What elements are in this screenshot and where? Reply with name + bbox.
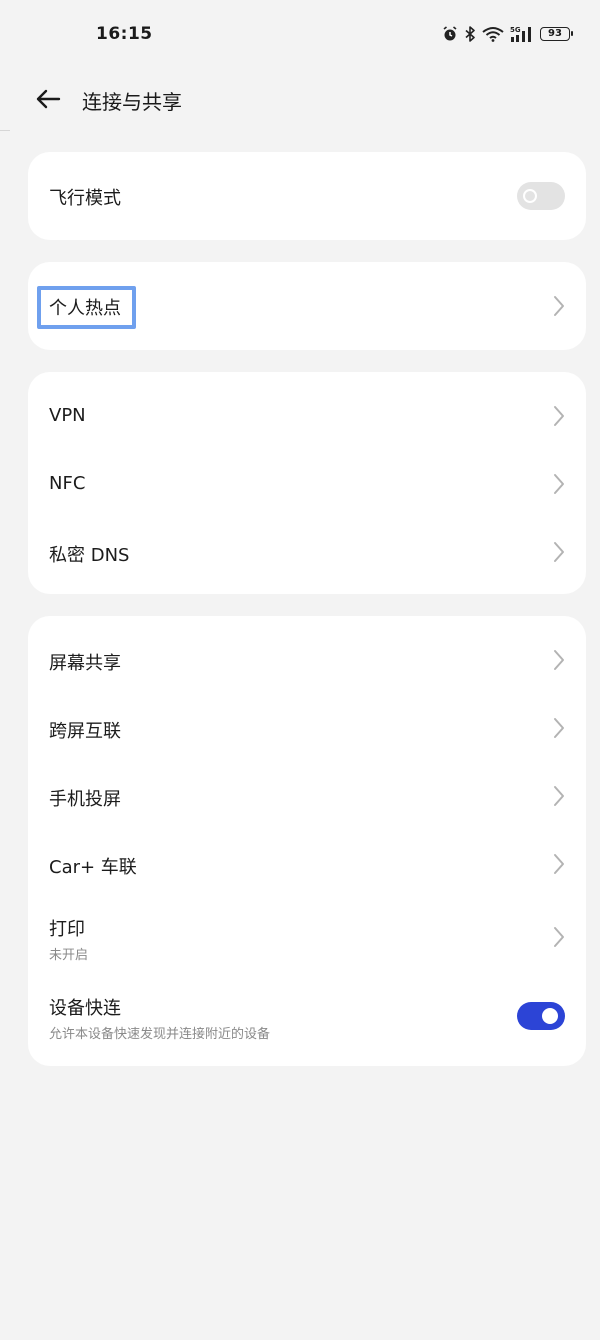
- airplane-mode-label: 飞行模式: [49, 188, 121, 209]
- status-bar: 16:15 5G 93: [0, 0, 600, 70]
- status-icons: 5G 93: [442, 24, 573, 44]
- battery-icon: 93: [540, 27, 573, 41]
- car-connect-row[interactable]: Car+ 车联: [28, 830, 586, 898]
- 5g-signal-icon: 5G: [510, 25, 534, 43]
- header-divider: [0, 130, 10, 131]
- hotspot-card: 个人热点: [28, 262, 586, 350]
- print-status: 未开启: [49, 948, 89, 963]
- quick-connect-toggle[interactable]: [517, 1002, 565, 1030]
- screen-cast-label: 手机投屏: [49, 789, 121, 810]
- chevron-right-icon: [554, 650, 564, 670]
- cross-screen-row[interactable]: 跨屏互联: [28, 694, 586, 762]
- vpn-row[interactable]: VPN: [28, 382, 586, 450]
- quick-connect-row[interactable]: 设备快连 允许本设备快速发现并连接附近的设备: [28, 976, 586, 1056]
- arrow-left-icon: [36, 89, 61, 109]
- private-dns-label: 私密 DNS: [49, 545, 130, 566]
- screen-share-row[interactable]: 屏幕共享: [28, 626, 586, 694]
- print-label: 打印: [49, 919, 85, 940]
- alarm-icon: [442, 26, 458, 42]
- personal-hotspot-row[interactable]: 个人热点: [28, 262, 586, 350]
- svg-text:5G: 5G: [510, 26, 521, 34]
- chevron-right-icon: [554, 854, 564, 874]
- toggle-knob: [542, 1008, 558, 1024]
- print-row[interactable]: 打印 未开启: [28, 898, 586, 976]
- back-button[interactable]: [30, 84, 66, 114]
- screen-share-label: 屏幕共享: [49, 653, 121, 674]
- nfc-row[interactable]: NFC: [28, 450, 586, 518]
- screen-cast-row[interactable]: 手机投屏: [28, 762, 586, 830]
- app-header: 连接与共享: [0, 70, 600, 130]
- page-title: 连接与共享: [82, 90, 182, 114]
- cross-screen-label: 跨屏互联: [49, 721, 121, 742]
- private-dns-row[interactable]: 私密 DNS: [28, 518, 586, 586]
- chevron-right-icon: [554, 786, 564, 806]
- personal-hotspot-label: 个人热点: [49, 298, 121, 319]
- sharing-card: 屏幕共享 跨屏互联 手机投屏 Car+ 车联 打印 未开启 设备快连 允许本设备…: [28, 616, 586, 1066]
- chevron-right-icon: [554, 474, 564, 494]
- chevron-right-icon: [554, 718, 564, 738]
- chevron-right-icon: [554, 296, 564, 316]
- status-time: 16:15: [96, 24, 153, 44]
- toggle-knob: [523, 189, 537, 203]
- quick-connect-description: 允许本设备快速发现并连接附近的设备: [49, 1027, 271, 1042]
- nfc-label: NFC: [49, 473, 86, 494]
- vpn-label: VPN: [49, 405, 86, 426]
- airplane-mode-row[interactable]: 飞行模式: [28, 152, 586, 240]
- network-card: VPN NFC 私密 DNS: [28, 372, 586, 594]
- airplane-card: 飞行模式: [28, 152, 586, 240]
- chevron-right-icon: [554, 406, 564, 426]
- chevron-right-icon: [554, 542, 564, 562]
- wifi-icon: [482, 26, 504, 42]
- chevron-right-icon: [554, 927, 564, 947]
- airplane-mode-toggle[interactable]: [517, 182, 565, 210]
- quick-connect-label: 设备快连: [49, 998, 121, 1019]
- bluetooth-icon: [464, 26, 476, 42]
- car-connect-label: Car+ 车联: [49, 857, 137, 878]
